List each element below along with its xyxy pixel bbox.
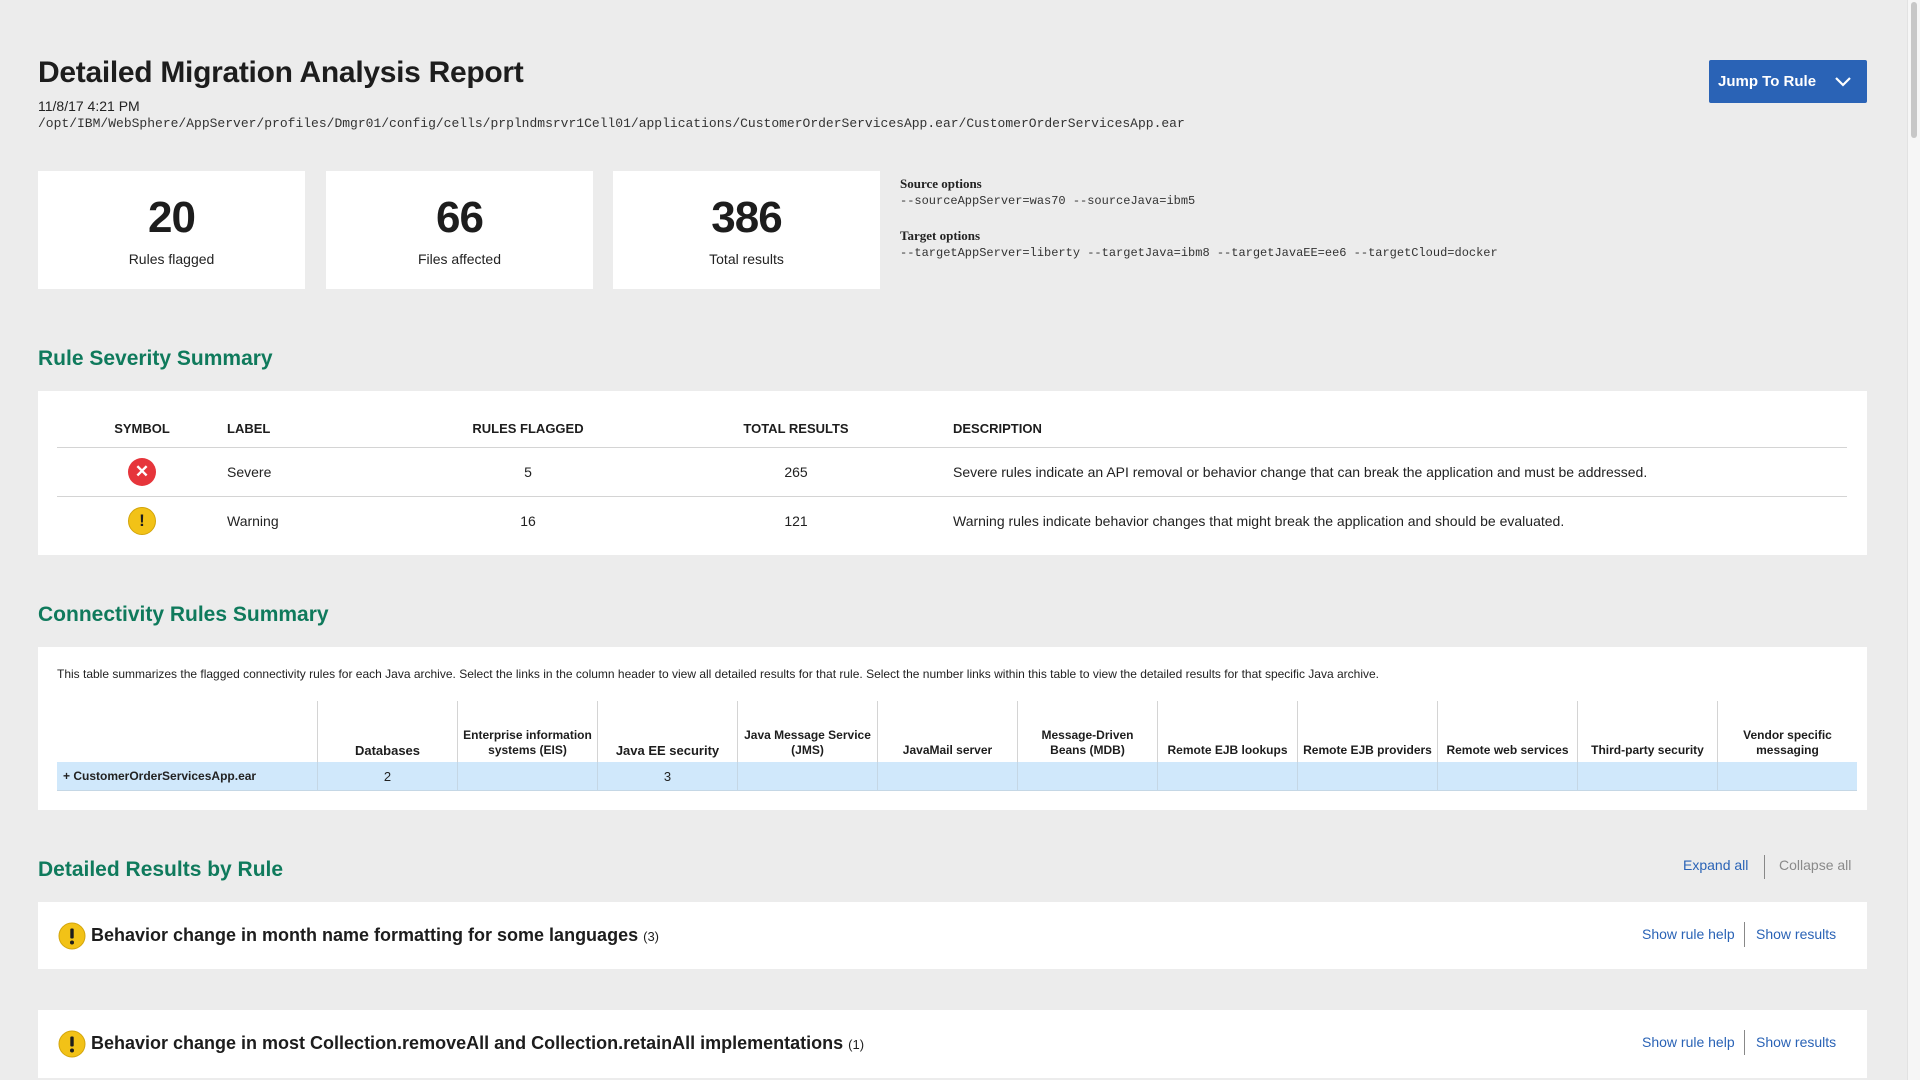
severity-row-severe: ✕ Severe 5 265 Severe rules indicate an … [57,447,1847,497]
stat-label: Rules flagged [128,251,215,267]
column-total-results: Total results [639,403,953,448]
severity-table-header: Symbol Label Rules flagged Total results… [57,403,1847,448]
connectivity-summary-heading: Connectivity Rules Summary [38,603,329,626]
target-options-value: --targetAppServer=liberty --targetJava=i… [900,246,1498,260]
cell-remote-web-services [1437,762,1578,791]
column-rules-flagged: Rules flagged [417,403,639,448]
severity-summary-panel: Symbol Label Rules flagged Total results… [38,391,1867,555]
severity-total-results: 121 [784,513,808,529]
severity-total-results: 265 [639,447,953,497]
severity-description: Warning rules indicate behavior changes … [953,513,1565,529]
warning-icon: ! [128,507,156,535]
severity-description: Severe rules indicate an API removal or … [953,447,1847,497]
cell-eis [457,762,598,791]
cell-java-ee-security[interactable]: 3 [597,762,738,791]
severity-label: Warning [227,513,279,529]
jump-to-rule-button[interactable]: Jump To Rule [1709,60,1867,103]
rule-card: Behavior change in most Collection.remov… [38,1010,1867,1078]
column-remote-web-services[interactable]: Remote web services [1437,701,1578,762]
severe-icon: ✕ [128,458,156,486]
rule-title[interactable]: Behavior change in month name formatting… [91,925,659,946]
warning-icon [58,1030,86,1058]
connectivity-summary-panel: This table summarizes the flagged connec… [38,647,1867,810]
connectivity-description: This table summarizes the flagged connec… [57,667,1379,681]
cell-mdb [1017,762,1158,791]
cell-databases[interactable]: 2 [317,762,458,791]
severity-rules-flagged: 16 [520,513,536,529]
target-options-heading: Target options [900,228,981,243]
archive-name[interactable]: + CustomerOrderServicesApp.ear [57,762,318,791]
expand-collapse-divider [1764,855,1765,879]
link-divider [1744,922,1745,947]
report-path: /opt/IBM/WebSphere/AppServer/profiles/Dm… [38,116,1185,131]
rule-card: Behavior change in month name formatting… [38,902,1867,969]
collapse-all-link[interactable]: Collapse all [1779,857,1851,873]
detailed-results-heading: Detailed Results by Rule [38,858,284,881]
rule-title[interactable]: Behavior change in most Collection.remov… [91,1033,864,1054]
connectivity-table-header: Databases Enterprise information systems… [57,701,1857,762]
stat-rules-flagged: 20 Rules flagged [38,171,305,289]
connectivity-table: Databases Enterprise information systems… [57,701,1857,791]
show-results-link[interactable]: Show results [1756,926,1836,942]
column-jms[interactable]: Java Message Service (JMS) [737,701,878,762]
column-vendor-specific-messaging[interactable]: Vendor specific messaging [1717,701,1857,762]
scrollbar-thumb[interactable] [1911,2,1917,138]
page-title: Detailed Migration Analysis Report [38,56,524,89]
expand-all-link[interactable]: Expand all [1683,857,1748,873]
vertical-scrollbar[interactable] [1907,0,1920,1080]
rule-title-text: Behavior change in most Collection.remov… [91,1033,844,1053]
stat-label: Files affected [417,251,501,267]
column-description: Description [953,403,1847,448]
cell-vendor-specific-messaging [1717,762,1857,791]
column-databases[interactable]: Databases [317,701,458,762]
column-remote-ejb-providers[interactable]: Remote EJB providers [1297,701,1438,762]
show-results-link[interactable]: Show results [1756,1034,1836,1050]
stat-value: 66 [436,193,484,242]
table-row[interactable]: + CustomerOrderServicesApp.ear 2 3 [57,762,1857,791]
column-mdb[interactable]: Message-Driven Beans (MDB) [1017,701,1158,762]
severity-rules-flagged: 5 [417,447,639,497]
column-java-ee-security[interactable]: Java EE security [597,701,738,762]
stat-value: 20 [148,193,196,242]
rule-title-text: Behavior change in month name formatting… [91,925,639,945]
column-archive [57,701,318,762]
severity-summary-heading: Rule Severity Summary [38,347,273,370]
source-options-value: --sourceAppServer=was70 --sourceJava=ibm… [900,194,1196,208]
show-rule-help-link[interactable]: Show rule help [1642,1034,1735,1050]
severity-label: Severe [227,447,417,497]
stat-files-affected: 66 Files affected [326,171,593,289]
cell-third-party-security [1577,762,1718,791]
stat-total-results: 386 Total results [613,171,880,289]
severity-row-warning: ! Warning 16 121 Warning rules indicate … [57,497,1847,546]
column-remote-ejb-lookups[interactable]: Remote EJB lookups [1157,701,1298,762]
column-javamail[interactable]: JavaMail server [877,701,1018,762]
cell-jms [737,762,878,791]
cell-remote-ejb-providers [1297,762,1438,791]
show-rule-help-link[interactable]: Show rule help [1642,926,1735,942]
cell-javamail [877,762,1018,791]
stat-label: Total results [709,251,784,267]
source-options-heading: Source options [900,176,982,191]
severity-table: Symbol Label Rules flagged Total results… [57,403,1847,545]
stat-value: 386 [711,193,782,242]
column-third-party-security[interactable]: Third-party security [1577,701,1718,762]
column-symbol: Symbol [57,403,227,448]
report-page: Detailed Migration Analysis Report 11/8/… [0,0,1908,1080]
warning-icon [58,922,86,950]
jump-to-rule-label: Jump To Rule [1718,73,1817,90]
rule-result-count: (1) [848,1037,865,1052]
report-date: 11/8/17 4:21 PM [38,98,140,114]
link-divider [1744,1030,1745,1055]
analysis-options: Source options --sourceAppServer=was70 -… [900,176,1498,260]
rule-result-count: (3) [643,929,659,944]
column-eis[interactable]: Enterprise information systems (EIS) [457,701,598,762]
cell-remote-ejb-lookups [1157,762,1298,791]
column-label: Label [227,403,417,448]
chevron-down-icon [1835,77,1851,87]
